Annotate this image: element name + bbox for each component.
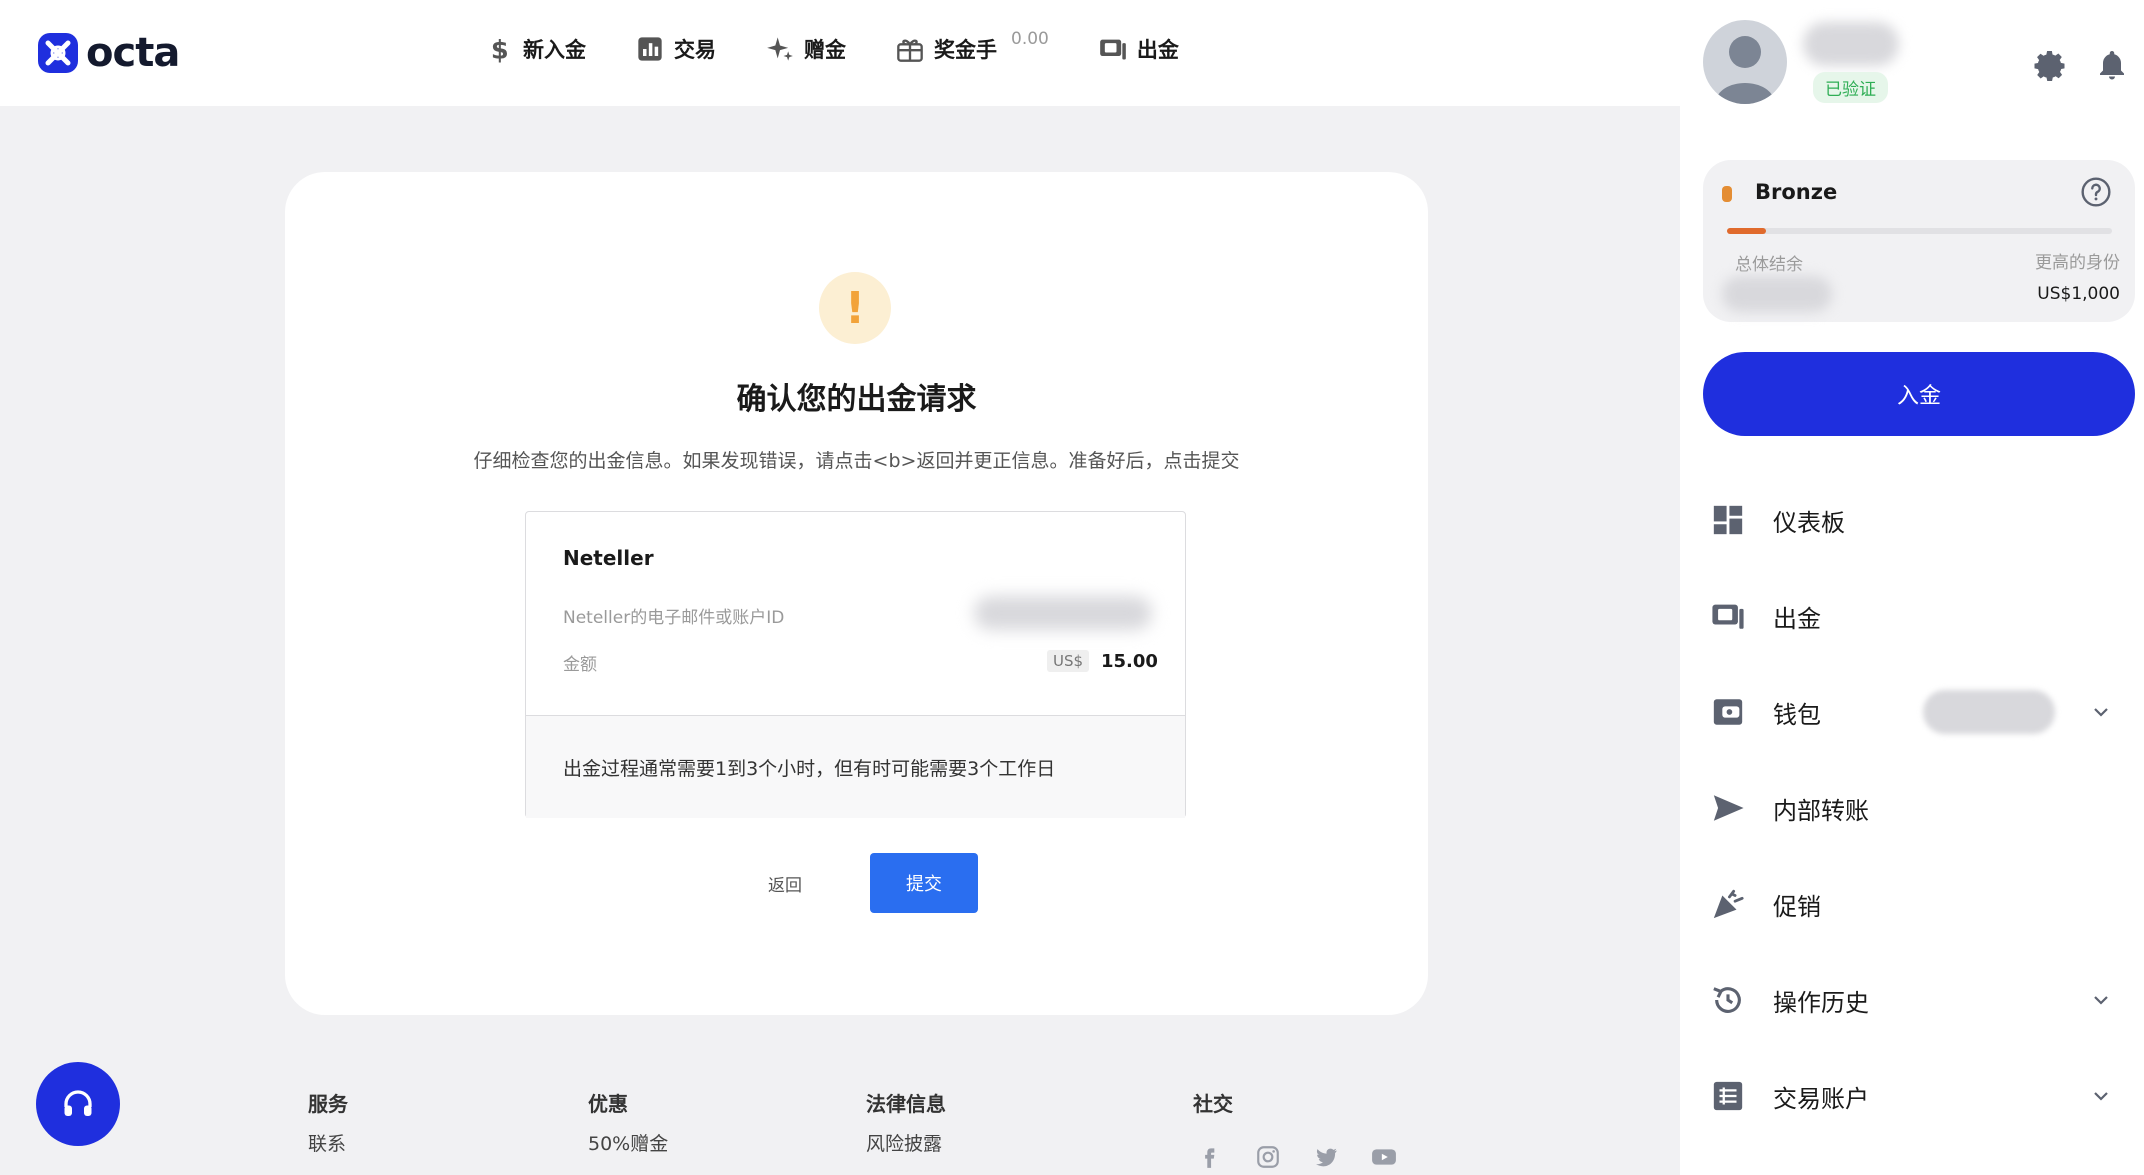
sidebar-item-trading-accounts[interactable]: 交易账户 [1703, 1066, 2135, 1126]
verified-badge: 已验证 [1813, 72, 1888, 103]
nav-new-deposit[interactable]: $ 新入金 [485, 34, 586, 64]
avatar[interactable] [1703, 20, 1787, 104]
party-icon [1713, 889, 1744, 919]
sidebar-item-internal-transfer[interactable]: 内部转账 [1703, 778, 2135, 838]
nav-bonus[interactable]: 赠金 [766, 34, 846, 64]
sidebar-item-label: 操作历史 [1773, 988, 1869, 1017]
total-balance-blurred [1722, 276, 1832, 312]
status-progress-fill [1727, 228, 1766, 234]
sidebar-item-label: 促销 [1773, 892, 1821, 921]
user-avatar-icon [1715, 36, 1775, 104]
user-name-blurred [1803, 22, 1899, 66]
confirmation-subtitle: 仔细检查您的出金信息。如果发现错误，请点击<b>返回并更正信息。准备好后，点击提… [473, 450, 1240, 472]
account-id-blurred [974, 596, 1152, 630]
youtube-icon[interactable] [1371, 1144, 1397, 1170]
sidebar-item-label: 交易账户 [1773, 1084, 1869, 1113]
warning-icon: ! [819, 272, 891, 344]
nav-label: 交易 [674, 38, 716, 62]
top-nav: $ 新入金 交易 赠金 奖金手 0.00 出金 [485, 29, 1229, 64]
sidebar-item-history[interactable]: 操作历史 [1703, 970, 2135, 1030]
currency-tag: US$ [1047, 650, 1090, 672]
wallet-balance-blurred [1923, 690, 2055, 734]
sidebar-item-label: 钱包 [1773, 700, 1821, 729]
logo-text: octa [86, 30, 180, 76]
summary-details: Neteller Neteller的电子邮件或账户ID 金额 US$ 15.00 [526, 512, 1185, 715]
amount-value: 15.00 [1101, 651, 1158, 672]
sidebar-item-label: 内部转账 [1773, 796, 1869, 825]
footer-heading-offers: 优惠 [588, 1092, 628, 1116]
svg-text:$: $ [491, 35, 509, 63]
total-balance-label: 总体结余 [1735, 255, 1803, 275]
nav-trade[interactable]: 交易 [636, 34, 716, 64]
bronze-level-icon [1722, 186, 1732, 202]
withdrawal-summary: Neteller Neteller的电子邮件或账户ID 金额 US$ 15.00… [525, 511, 1186, 818]
chevron-down-icon[interactable] [2089, 1084, 2113, 1108]
footer-link-contact[interactable]: 联系 [308, 1129, 346, 1156]
sidebar-item-promotions[interactable]: 促销 [1703, 874, 2135, 934]
nav-label: 出金 [1136, 38, 1179, 62]
processing-note-box: 出金过程通常需要1到3个小时，但有时可能需要3个工作日 [526, 715, 1185, 818]
next-level-amount: US$1,000 [2037, 284, 2120, 304]
settings-gear-icon[interactable] [2033, 48, 2069, 84]
dollar-icon: $ [491, 35, 509, 63]
sidebar-item-dashboard[interactable]: 仪表板 [1703, 490, 2135, 550]
wallet-icon [1713, 699, 1743, 725]
account-id-label: Neteller的电子邮件或账户ID [563, 608, 785, 628]
footer-link-risk-disclosure[interactable]: 风险披露 [866, 1129, 942, 1156]
footer-heading-legal: 法律信息 [866, 1092, 946, 1116]
sidebar-item-label: 出金 [1773, 604, 1821, 633]
chevron-down-icon[interactable] [2089, 700, 2113, 724]
footer-heading-services: 服务 [308, 1092, 348, 1116]
instagram-icon[interactable] [1255, 1144, 1281, 1170]
withdraw-icon [1712, 604, 1744, 629]
bonus-lots-value: 0.00 [1011, 29, 1049, 49]
help-circle-icon[interactable] [2080, 176, 2112, 208]
nav-bonus-lots[interactable]: 奖金手 0.00 [896, 29, 1049, 64]
footer-link-bonus[interactable]: 50%赠金 [588, 1129, 668, 1156]
send-icon [1713, 795, 1744, 821]
nav-label: 奖金手 [934, 38, 997, 62]
headset-icon [64, 1090, 92, 1116]
accounts-icon [1713, 1081, 1743, 1111]
status-progress-track [1727, 228, 2112, 234]
withdraw-icon [1100, 39, 1126, 60]
chart-icon [638, 37, 662, 61]
nav-label: 赠金 [804, 38, 846, 62]
octa-logo-icon [38, 33, 78, 73]
sparkle-icon [767, 37, 793, 61]
footer-heading-social: 社交 [1193, 1092, 1233, 1116]
payment-method: Neteller [563, 546, 654, 570]
octa-logo[interactable]: octa [38, 30, 180, 76]
twitter-icon[interactable] [1313, 1144, 1339, 1170]
gift-icon [897, 39, 923, 62]
processing-note: 出金过程通常需要1到3个小时，但有时可能需要3个工作日 [563, 757, 1056, 780]
history-icon [1713, 987, 1741, 1013]
confirmation-title: 确认您的出金请求 [736, 382, 977, 417]
nav-label: 新入金 [523, 38, 586, 62]
nav-withdraw[interactable]: 出金 [1099, 34, 1179, 64]
notification-bell-icon[interactable] [2094, 48, 2130, 84]
deposit-button[interactable]: 入金 [1703, 352, 2135, 436]
sidebar-item-wallet[interactable]: 钱包 [1703, 682, 2135, 742]
support-chat-button[interactable] [36, 1062, 120, 1146]
status-level: Bronze [1755, 180, 1838, 204]
back-button[interactable]: 返回 [760, 856, 810, 910]
chevron-down-icon[interactable] [2089, 988, 2113, 1012]
submit-button[interactable]: 提交 [870, 853, 978, 913]
amount-label: 金额 [563, 655, 597, 675]
dashboard-icon [1713, 505, 1743, 535]
sidebar-item-withdraw[interactable]: 出金 [1703, 586, 2135, 646]
next-level-label: 更高的身份 [2035, 253, 2120, 273]
facebook-icon[interactable] [1197, 1144, 1223, 1170]
sidebar-item-label: 仪表板 [1773, 508, 1845, 537]
